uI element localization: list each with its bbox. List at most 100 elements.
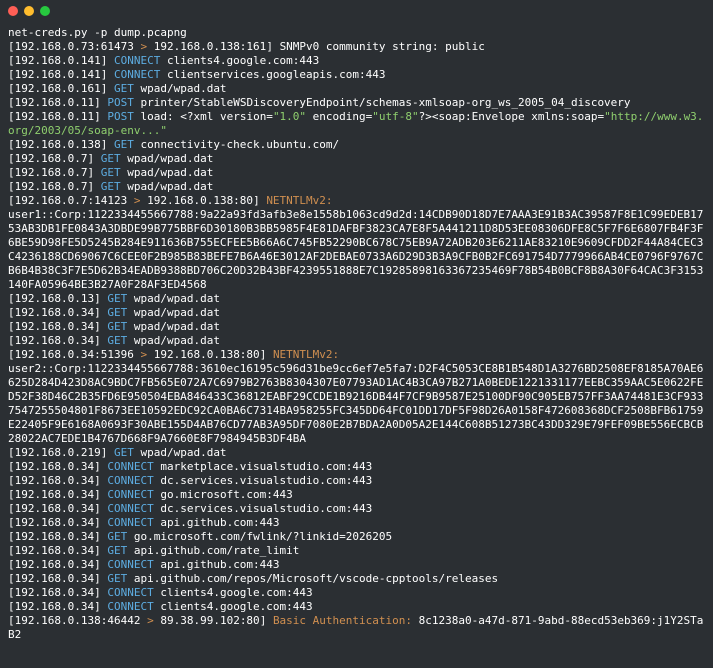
http-target: clients4.google.com:443 (154, 586, 313, 599)
http-verb: CONNECT (114, 68, 160, 81)
xml-encoding: "utf-8" (372, 110, 418, 123)
dest-endpoint: 192.168.0.138:80 (147, 194, 253, 207)
output-line: [192.168.0.34] GET api.github.com/rate_l… (8, 544, 705, 558)
http-verb: GET (101, 180, 121, 193)
http-target: api.github.com/rate_limit (127, 544, 299, 557)
snmp-text: SNMPv0 community string: public (280, 40, 485, 53)
output-line: [192.168.0.7] GET wpad/wpad.dat (8, 152, 705, 166)
source-ip: 192.168.0.34 (15, 502, 94, 515)
output-line: [192.168.0.138] GET connectivity-check.u… (8, 138, 705, 152)
output-line: [192.168.0.161] GET wpad/wpad.dat (8, 82, 705, 96)
source-ip: 192.168.0.34 (15, 544, 94, 557)
http-verb: POST (107, 110, 134, 123)
arrow-icon: > (134, 348, 154, 361)
http-verb: GET (107, 530, 127, 543)
source-ip: 192.168.0.34 (15, 320, 94, 333)
terminal-window: net-creds.py -p dump.pcapng[192.168.0.73… (0, 0, 713, 668)
source-endpoint: 192.168.0.138:46442 (15, 614, 141, 627)
http-verb: GET (101, 166, 121, 179)
output-line: [192.168.0.34] CONNECT dc.services.visua… (8, 474, 705, 488)
output-line: [192.168.0.138:46442 > 89.38.99.102:80] … (8, 614, 705, 642)
source-ip: 192.168.0.34 (15, 516, 94, 529)
output-line: [192.168.0.34] CONNECT clients4.google.c… (8, 586, 705, 600)
close-icon[interactable] (8, 6, 18, 16)
source-ip: 192.168.0.34 (15, 572, 94, 585)
http-verb: POST (107, 96, 134, 109)
http-target: go.microsoft.com/fwlink/?linkid=2026205 (127, 530, 392, 543)
output-line: [192.168.0.219] GET wpad/wpad.dat (8, 446, 705, 460)
output-line: [192.168.0.7] GET wpad/wpad.dat (8, 166, 705, 180)
basic-auth-label: Basic Authentication: (273, 614, 412, 627)
output-line: [192.168.0.7] GET wpad/wpad.dat (8, 180, 705, 194)
source-ip: 192.168.0.11 (15, 96, 94, 109)
source-ip: 192.168.0.7 (15, 166, 88, 179)
output-line: [192.168.0.34] CONNECT clients4.google.c… (8, 600, 705, 614)
source-ip: 192.168.0.13 (15, 292, 94, 305)
command-text: net-creds.py -p dump.pcapng (8, 26, 187, 39)
http-target: marketplace.visualstudio.com:443 (154, 460, 373, 473)
output-line: [192.168.0.11] POST load: <?xml version=… (8, 110, 705, 138)
output-line: [192.168.0.73:61473 > 192.168.0.138:161]… (8, 40, 705, 54)
hash-text: user2::Corp:1122334455667788:3610ec16195… (8, 362, 703, 445)
output-line: [192.168.0.34] GET wpad/wpad.dat (8, 320, 705, 334)
http-target: dc.services.visualstudio.com:443 (154, 502, 373, 515)
http-verb: CONNECT (107, 586, 153, 599)
output-line: [192.168.0.34] GET go.microsoft.com/fwli… (8, 530, 705, 544)
output-line: [192.168.0.34] GET api.github.com/repos/… (8, 572, 705, 586)
output-line: [192.168.0.34] CONNECT dc.services.visua… (8, 502, 705, 516)
hash-text: user1::Corp:1122334455667788:9a22a93fd3a… (8, 208, 703, 291)
minimize-icon[interactable] (24, 6, 34, 16)
maximize-icon[interactable] (40, 6, 50, 16)
http-target: wpad/wpad.dat (127, 320, 220, 333)
http-verb: GET (107, 572, 127, 585)
http-target: api.github.com:443 (154, 516, 280, 529)
output-line: [192.168.0.11] POST printer/StableWSDisc… (8, 96, 705, 110)
http-target: go.microsoft.com:443 (154, 488, 293, 501)
output-line: [192.168.0.34] CONNECT go.microsoft.com:… (8, 488, 705, 502)
source-ip: 192.168.0.219 (15, 446, 101, 459)
http-target: api.github.com:443 (154, 558, 280, 571)
http-verb: CONNECT (107, 460, 153, 473)
xml-version: "1.0" (273, 110, 306, 123)
http-verb: CONNECT (107, 474, 153, 487)
http-target: clients4.google.com:443 (154, 600, 313, 613)
source-endpoint: 192.168.0.7:14123 (15, 194, 128, 207)
source-ip: 192.168.0.34 (15, 474, 94, 487)
source-ip: 192.168.0.7 (15, 152, 88, 165)
output-line: [192.168.0.13] GET wpad/wpad.dat (8, 292, 705, 306)
http-target: wpad/wpad.dat (121, 180, 214, 193)
http-verb: GET (101, 152, 121, 165)
output-line: [192.168.0.34] GET wpad/wpad.dat (8, 334, 705, 348)
source-ip: 192.168.0.7 (15, 180, 88, 193)
command-line: net-creds.py -p dump.pcapng (8, 26, 705, 40)
source-ip: 192.168.0.161 (15, 82, 101, 95)
http-verb: GET (107, 544, 127, 557)
http-verb: GET (114, 446, 134, 459)
http-verb: GET (107, 292, 127, 305)
http-verb: CONNECT (107, 488, 153, 501)
titlebar (0, 0, 713, 22)
output-line: [192.168.0.34] GET wpad/wpad.dat (8, 306, 705, 320)
http-verb: GET (107, 306, 127, 319)
output-line: [192.168.0.34] CONNECT api.github.com:44… (8, 558, 705, 572)
source-ip: 192.168.0.11 (15, 110, 94, 123)
source-ip: 192.168.0.34 (15, 530, 94, 543)
source-ip: 192.168.0.34 (15, 334, 94, 347)
terminal-output[interactable]: net-creds.py -p dump.pcapng[192.168.0.73… (0, 22, 713, 650)
source-endpoint: 192.168.0.73:61473 (15, 40, 134, 53)
ntlm-label: NETNTLMv2: (273, 348, 339, 361)
http-verb: CONNECT (114, 54, 160, 67)
source-ip: 192.168.0.34 (15, 586, 94, 599)
dest-endpoint: 89.38.99.102:80 (160, 614, 259, 627)
output-line: [192.168.0.141] CONNECT clients4.google.… (8, 54, 705, 68)
source-ip: 192.168.0.34 (15, 600, 94, 613)
http-target: connectivity-check.ubuntu.com/ (134, 138, 339, 151)
http-target: wpad/wpad.dat (121, 166, 214, 179)
arrow-icon: > (127, 194, 147, 207)
output-line: [192.168.0.141] CONNECT clientservices.g… (8, 68, 705, 82)
ntlm-hash: user1::Corp:1122334455667788:9a22a93fd3a… (8, 208, 705, 292)
source-endpoint: 192.168.0.34:51396 (15, 348, 134, 361)
source-ip: 192.168.0.141 (15, 68, 101, 81)
dest-endpoint: 192.168.0.138:161 (154, 40, 267, 53)
http-verb: CONNECT (107, 600, 153, 613)
